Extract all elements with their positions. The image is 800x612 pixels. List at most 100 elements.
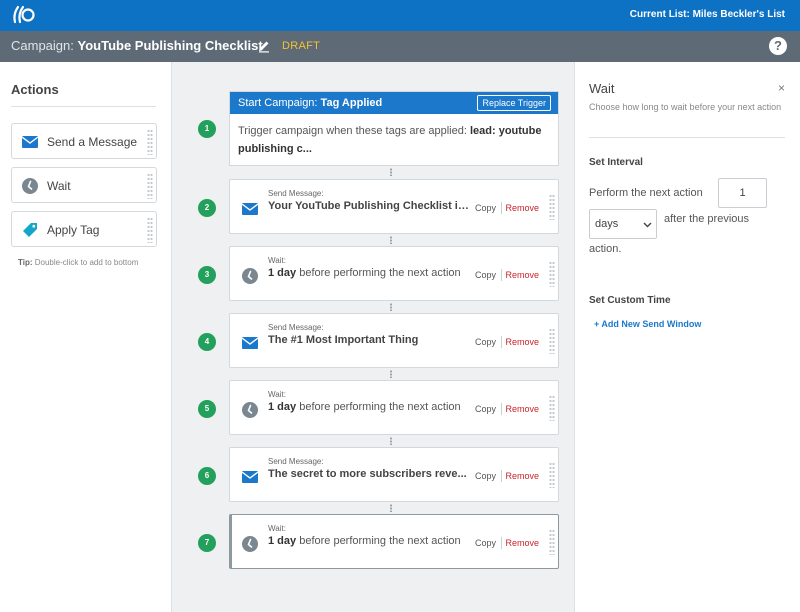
panel-title: Wait — [589, 81, 615, 96]
select-value: days — [595, 218, 619, 230]
step-number: 3 — [198, 266, 216, 284]
flow-connector — [390, 370, 392, 378]
add-send-window-link[interactable]: + Add New Send Window — [594, 319, 701, 329]
drag-handle[interactable] — [549, 395, 555, 421]
drag-handle[interactable] — [549, 529, 555, 555]
flow-connector — [390, 437, 392, 445]
envelope-icon — [242, 471, 258, 483]
actions-panel: Actions Send a Message Wait Apply Tag Ti… — [0, 62, 172, 612]
divider — [501, 202, 502, 214]
edit-pencil-icon[interactable] — [257, 39, 271, 53]
step-card-wait[interactable]: Wait: 1 day before performing the next a… — [229, 380, 559, 435]
drag-handle[interactable] — [549, 194, 555, 220]
clock-icon — [22, 178, 38, 194]
tip-body: Double-click to add to bottom — [34, 258, 139, 267]
divider — [501, 470, 502, 482]
step-card-wait-selected[interactable]: Wait: 1 day before performing the next a… — [229, 514, 559, 569]
tag-icon — [23, 223, 37, 237]
trigger-card[interactable]: Start Campaign: Tag Applied Replace Trig… — [229, 91, 559, 166]
close-icon[interactable]: × — [778, 81, 785, 95]
wait-suffix: before performing the next action — [299, 535, 461, 547]
step-type: Send Message: — [268, 189, 324, 198]
copy-button[interactable]: Copy — [475, 203, 496, 213]
flow-connector — [390, 236, 392, 244]
copy-button[interactable]: Copy — [475, 404, 496, 414]
drag-handle[interactable] — [147, 129, 153, 155]
step-type: Wait: — [268, 524, 286, 533]
wait-description: 1 day before performing the next action — [268, 267, 473, 279]
campaign-bar: Campaign: YouTube Publishing Checklist D… — [0, 31, 800, 62]
copy-button[interactable]: Copy — [475, 471, 496, 481]
wait-duration: 1 day — [268, 535, 297, 547]
step-number: 7 — [198, 534, 216, 552]
chevron-down-icon — [643, 222, 652, 228]
divider — [11, 106, 156, 107]
remove-button[interactable]: Remove — [505, 538, 539, 548]
step-card-send-message[interactable]: Send Message: The #1 Most Important Thin… — [229, 313, 559, 368]
panel-description: Choose how long to wait before your next… — [589, 102, 782, 112]
wait-suffix: before performing the next action — [299, 401, 461, 413]
top-bar: Current List: Miles Beckler's List — [0, 0, 800, 31]
drag-handle[interactable] — [147, 173, 153, 199]
actions-title: Actions — [11, 82, 59, 97]
copy-button[interactable]: Copy — [475, 538, 496, 548]
message-subject: The secret to more subscribers reve... — [268, 468, 467, 480]
step-number: 1 — [198, 120, 216, 138]
aweber-logo-icon[interactable] — [11, 4, 35, 26]
action-send-message[interactable]: Send a Message — [11, 123, 157, 159]
message-subject: Your YouTube Publishing Checklist is... — [268, 200, 473, 212]
remove-button[interactable]: Remove — [505, 337, 539, 347]
envelope-icon — [242, 203, 258, 215]
flow-connector — [390, 168, 392, 176]
replace-trigger-button[interactable]: Replace Trigger — [477, 95, 551, 111]
step-card-send-message[interactable]: Send Message: The secret to more subscri… — [229, 447, 559, 502]
trigger-header: Start Campaign: Tag Applied Replace Trig… — [230, 92, 558, 114]
divider — [589, 137, 785, 138]
step-card-wait[interactable]: Wait: 1 day before performing the next a… — [229, 246, 559, 301]
trigger-title: Start Campaign: Tag Applied — [238, 97, 382, 109]
drag-handle[interactable] — [549, 462, 555, 488]
action-label: Apply Tag — [47, 223, 100, 237]
help-button[interactable]: ? — [769, 37, 787, 55]
wait-duration: 1 day — [268, 267, 297, 279]
flow-connector — [390, 504, 392, 512]
interval-unit-select[interactable]: days — [589, 209, 657, 239]
remove-button[interactable]: Remove — [505, 404, 539, 414]
action-apply-tag[interactable]: Apply Tag — [11, 211, 157, 247]
divider — [501, 537, 502, 549]
copy-button[interactable]: Copy — [475, 337, 496, 347]
drag-handle[interactable] — [147, 217, 153, 243]
remove-button[interactable]: Remove — [505, 203, 539, 213]
action-label: Wait — [47, 179, 71, 193]
step-type: Wait: — [268, 256, 286, 265]
interval-input[interactable]: 1 — [718, 178, 767, 208]
wait-description: 1 day before performing the next action — [268, 535, 473, 547]
divider — [501, 336, 502, 348]
wait-description: 1 day before performing the next action — [268, 401, 473, 413]
wait-duration: 1 day — [268, 401, 297, 413]
status-badge: DRAFT — [282, 40, 321, 52]
current-list-label[interactable]: Current List: Miles Beckler's List — [630, 9, 785, 20]
tip-text: Tip: Double-click to add to bottom — [18, 258, 138, 267]
step-number: 5 — [198, 400, 216, 418]
campaign-title: Campaign: YouTube Publishing Checklist — [11, 38, 263, 53]
step-number: 2 — [198, 199, 216, 217]
step-type: Send Message: — [268, 457, 324, 466]
copy-button[interactable]: Copy — [475, 270, 496, 280]
step-type: Send Message: — [268, 323, 324, 332]
action-wait[interactable]: Wait — [11, 167, 157, 203]
action-label: action. — [589, 243, 622, 255]
wait-suffix: before performing the next action — [299, 267, 461, 279]
divider — [501, 269, 502, 281]
trigger-description: Trigger campaign when these tags are app… — [238, 122, 554, 158]
remove-button[interactable]: Remove — [505, 270, 539, 280]
action-label: Send a Message — [47, 135, 138, 149]
message-subject: The #1 Most Important Thing — [268, 334, 419, 346]
wait-settings-panel: Wait × Choose how long to wait before yo… — [574, 62, 800, 612]
step-card-send-message[interactable]: Send Message: Your YouTube Publishing Ch… — [229, 179, 559, 234]
remove-button[interactable]: Remove — [505, 471, 539, 481]
drag-handle[interactable] — [549, 261, 555, 287]
envelope-icon — [242, 337, 258, 349]
clock-icon — [242, 536, 258, 552]
drag-handle[interactable] — [549, 328, 555, 354]
